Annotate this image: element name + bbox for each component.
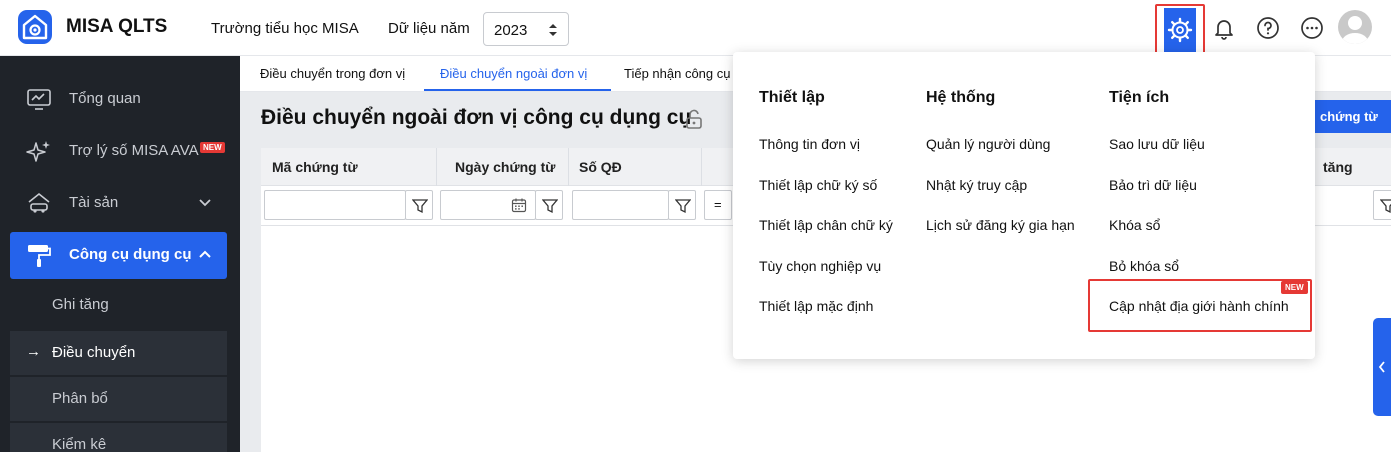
settings-dropdown: Thiết lập Thông tin đơn vị Thiết lập chữ… bbox=[733, 52, 1315, 359]
sidebar: Tổng quan Trợ lý số MISA AVA NEW Tài sản… bbox=[0, 56, 240, 452]
sidebar-sub-phan-bo[interactable]: Phân bổ bbox=[10, 377, 227, 421]
sidebar-sub-kiem-ke[interactable]: Kiểm kê bbox=[10, 423, 227, 452]
menu-item-user-management[interactable]: Quản lý người dùng bbox=[926, 136, 1050, 152]
menu-item-access-log[interactable]: Nhật ký truy cập bbox=[926, 177, 1027, 193]
car-house-icon bbox=[28, 192, 50, 213]
menu-item-digital-signature[interactable]: Thiết lập chữ ký số bbox=[759, 177, 877, 193]
filter-icon bbox=[675, 199, 691, 214]
menu-section-utilities: Tiện ích bbox=[1109, 89, 1170, 106]
sidebar-item-label: Tài sản bbox=[69, 194, 119, 211]
filter-button[interactable] bbox=[1373, 190, 1391, 220]
bell-icon[interactable] bbox=[1212, 16, 1236, 40]
app-title: MISA QLTS bbox=[66, 16, 168, 37]
menu-item-backup[interactable]: Sao lưu dữ liệu bbox=[1109, 136, 1205, 152]
column-divider bbox=[568, 148, 569, 186]
year-select[interactable]: 2023 bbox=[483, 12, 569, 46]
top-header: MISA QLTS Trường tiểu học MISA Dữ liệu n… bbox=[0, 0, 1391, 72]
paint-roller-icon bbox=[28, 245, 51, 267]
sparkle-icon bbox=[26, 141, 50, 162]
user-avatar[interactable] bbox=[1338, 10, 1372, 44]
tab-receive-tools[interactable]: Tiếp nhận công cụ bbox=[624, 66, 730, 81]
filter-button[interactable] bbox=[405, 190, 433, 220]
sidebar-item-tools[interactable]: Công cụ dụng cụ bbox=[10, 232, 227, 279]
sidebar-item-assets[interactable]: Tài sản bbox=[0, 178, 240, 228]
operator-symbol: = bbox=[714, 197, 722, 212]
menu-item-unit-info[interactable]: Thông tin đơn vị bbox=[759, 136, 860, 152]
dashboard-icon bbox=[27, 89, 51, 110]
filter-icon bbox=[1380, 199, 1391, 214]
filter-input-code[interactable] bbox=[264, 190, 406, 220]
arrow-right-icon: → bbox=[26, 343, 41, 360]
sidebar-item-overview[interactable]: Tổng quan bbox=[0, 74, 240, 124]
help-icon[interactable] bbox=[1256, 16, 1280, 40]
sidebar-item-label: Trợ lý số MISA AVA bbox=[69, 142, 199, 159]
sidebar-sub-ghi-tang[interactable]: Ghi tăng bbox=[10, 283, 227, 327]
unlock-icon[interactable] bbox=[685, 109, 703, 129]
filter-input-decision[interactable] bbox=[572, 190, 669, 220]
filter-operator[interactable]: = bbox=[704, 190, 732, 220]
menu-item-maintenance[interactable]: Bảo trì dữ liệu bbox=[1109, 177, 1197, 193]
column-divider bbox=[701, 148, 702, 186]
filter-icon bbox=[412, 199, 428, 214]
school-name[interactable]: Trường tiểu học MISA bbox=[211, 20, 359, 37]
sidebar-item-label: Tổng quan bbox=[69, 90, 141, 107]
new-badge: NEW bbox=[200, 142, 225, 153]
filter-button[interactable] bbox=[535, 190, 563, 220]
tab-external-transfer[interactable]: Điều chuyển ngoài đơn vị bbox=[440, 66, 587, 81]
misa-logo-icon[interactable] bbox=[18, 10, 52, 44]
highlight-box bbox=[1088, 279, 1312, 332]
filter-input-date[interactable] bbox=[440, 190, 536, 220]
menu-section-system: Hệ thống bbox=[926, 89, 996, 106]
column-header[interactable]: Số QĐ bbox=[579, 159, 622, 175]
menu-item-signature-footer[interactable]: Thiết lập chân chữ ký bbox=[759, 217, 893, 233]
chevron-up-icon bbox=[199, 250, 211, 258]
new-badge: NEW bbox=[1281, 281, 1308, 294]
menu-item-business-options[interactable]: Tùy chọn nghiệp vụ bbox=[759, 258, 881, 274]
sub-item-label: Ghi tăng bbox=[52, 296, 109, 313]
select-arrows-icon bbox=[549, 24, 557, 36]
menu-section-setup: Thiết lập bbox=[759, 89, 825, 106]
column-divider bbox=[436, 148, 437, 186]
menu-item-default-settings[interactable]: Thiết lập mặc định bbox=[759, 298, 873, 314]
chevron-down-icon bbox=[199, 199, 211, 207]
filter-button[interactable] bbox=[668, 190, 696, 220]
sidebar-sub-dieu-chuyen[interactable]: → Điều chuyển bbox=[10, 331, 227, 375]
filter-icon bbox=[542, 199, 558, 214]
collapse-panel-button[interactable] bbox=[1373, 318, 1391, 416]
more-icon[interactable] bbox=[1300, 16, 1324, 40]
column-header[interactable]: tăng bbox=[1323, 159, 1353, 175]
column-header[interactable]: Ngày chứng từ bbox=[455, 159, 555, 175]
sub-item-label: Điều chuyển bbox=[52, 344, 136, 361]
menu-item-renewal-history[interactable]: Lịch sử đăng ký gia hạn bbox=[926, 217, 1075, 233]
page-title: Điều chuyển ngoài đơn vị công cụ dụng cụ bbox=[261, 106, 692, 129]
sidebar-item-label: Công cụ dụng cụ bbox=[69, 246, 192, 263]
sub-item-label: Phân bổ bbox=[52, 390, 108, 407]
year-value: 2023 bbox=[494, 22, 528, 39]
chevron-left-icon bbox=[1378, 361, 1385, 373]
menu-item-lock-books[interactable]: Khóa sổ bbox=[1109, 217, 1160, 233]
column-header[interactable]: Mã chứng từ bbox=[272, 159, 358, 175]
add-voucher-label: chứng từ bbox=[1320, 109, 1378, 124]
year-label: Dữ liệu năm bbox=[388, 20, 470, 37]
active-tab-indicator bbox=[424, 89, 611, 91]
sub-item-label: Kiểm kê bbox=[52, 436, 107, 452]
tab-internal-transfer[interactable]: Điều chuyển trong đơn vị bbox=[260, 66, 405, 81]
menu-item-unlock-books[interactable]: Bỏ khóa sổ bbox=[1109, 258, 1179, 274]
calendar-icon[interactable] bbox=[511, 197, 527, 213]
